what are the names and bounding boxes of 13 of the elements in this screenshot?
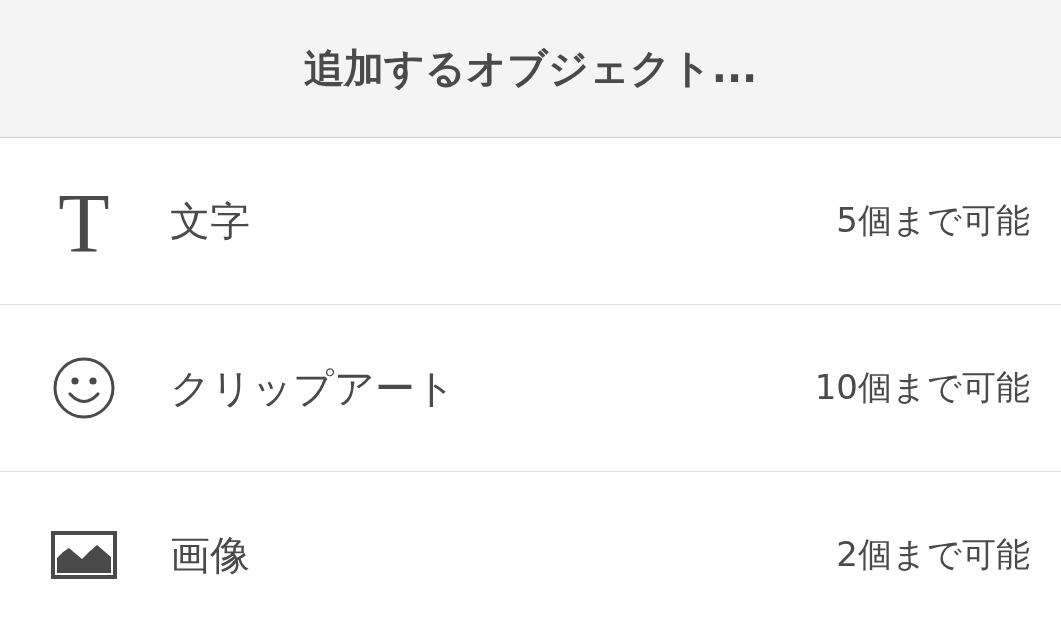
option-label: クリップアート — [170, 363, 457, 413]
smiley-icon — [53, 357, 115, 419]
limit-text: 10個まで可能 — [814, 366, 1030, 409]
object-option[interactable]: 画像 2個まで可能 — [0, 472, 1061, 638]
limit-text: 2個まで可能 — [836, 533, 1030, 576]
object-option[interactable]: クリップアート 10個まで可能 — [0, 305, 1061, 472]
dialog-title: 追加するオブジェクト... — [303, 44, 758, 93]
image-icon — [51, 531, 117, 579]
text-icon: T — [58, 184, 110, 258]
option-label: 画像 — [170, 530, 251, 580]
limit-text: 5個まで可能 — [836, 199, 1030, 242]
object-option[interactable]: T 文字 5個まで可能 — [0, 138, 1061, 305]
option-label: 文字 — [170, 196, 251, 246]
